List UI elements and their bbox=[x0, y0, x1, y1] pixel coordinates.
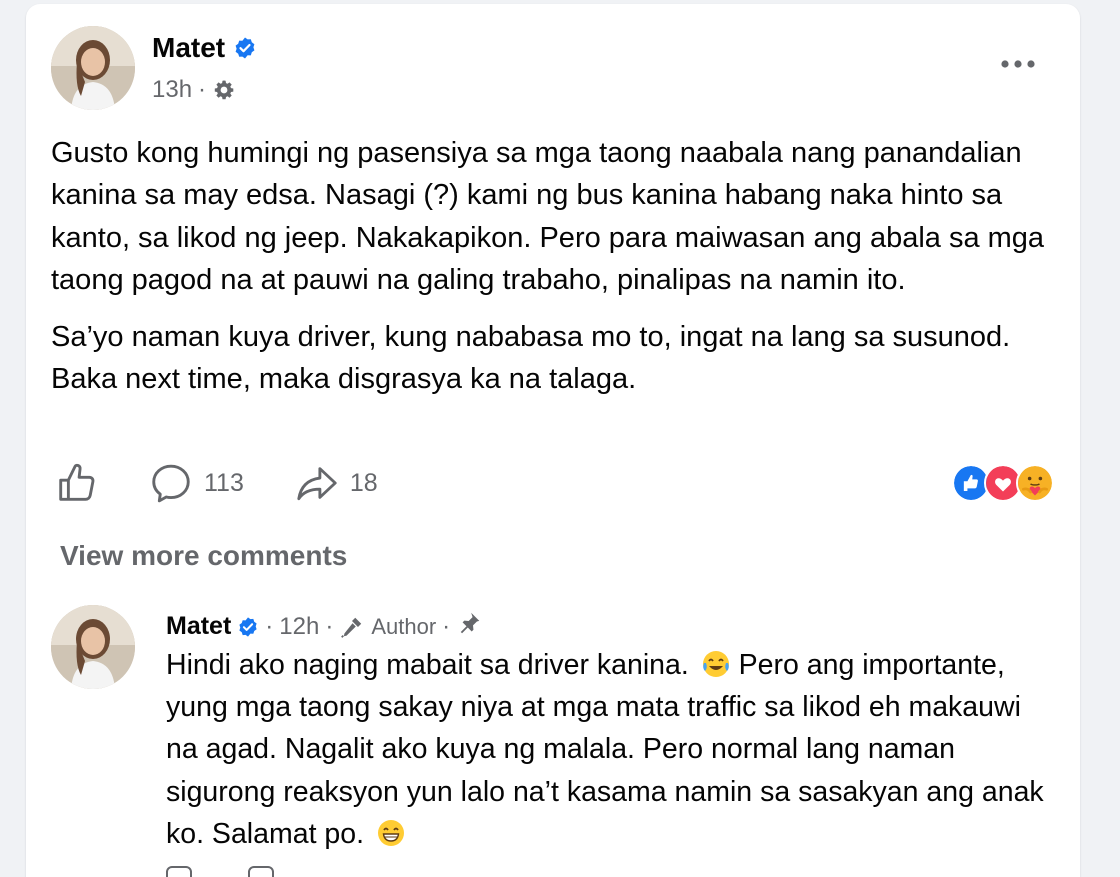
ellipsis-icon bbox=[1001, 60, 1035, 68]
post-card: Matet 13h · Gusto kong humingi ng pasens… bbox=[26, 4, 1080, 877]
tears-of-joy-emoji-icon bbox=[701, 649, 731, 679]
meta-separator: · bbox=[442, 612, 451, 640]
view-more-comments-link[interactable]: View more comments bbox=[60, 540, 347, 572]
meta-separator: · bbox=[265, 612, 274, 640]
post-paragraph-2: Sa’yo naman kuya driver, kung nababasa m… bbox=[51, 320, 1011, 396]
share-button[interactable]: 18 bbox=[294, 460, 378, 506]
comment-reply-icon[interactable] bbox=[248, 866, 274, 877]
grinning-emoji-icon bbox=[376, 818, 406, 848]
comment-time[interactable]: 12h bbox=[279, 613, 319, 641]
verified-badge-icon bbox=[233, 36, 257, 60]
verified-badge-icon bbox=[237, 616, 259, 638]
comment-bubble-icon bbox=[152, 464, 190, 503]
comment-button[interactable]: 113 bbox=[148, 460, 244, 506]
post-time[interactable]: 13h bbox=[152, 76, 192, 104]
comment-text: Hindi ako naging mabait sa driver kanina… bbox=[166, 644, 1046, 855]
post-actions: 113 18 bbox=[54, 458, 378, 508]
comments-count: 113 bbox=[204, 468, 244, 497]
comment-header: Matet · 12h · Author · bbox=[166, 610, 482, 643]
shares-count: 18 bbox=[349, 468, 378, 497]
author-badge: Author bbox=[339, 614, 436, 640]
care-reaction-icon bbox=[1016, 464, 1054, 502]
comment-like-icon[interactable] bbox=[166, 866, 192, 877]
more-options-button[interactable] bbox=[996, 50, 1040, 78]
like-button[interactable] bbox=[54, 460, 100, 506]
post-paragraph-1: Gusto kong humingi ng pasensiya sa mga t… bbox=[51, 137, 1045, 297]
post-meta: 13h · bbox=[152, 76, 236, 104]
post-author[interactable]: Matet bbox=[152, 32, 257, 64]
meta-separator: · bbox=[325, 612, 334, 640]
author-avatar[interactable] bbox=[51, 26, 135, 110]
comment-actions bbox=[166, 866, 274, 877]
share-arrow-icon bbox=[297, 467, 337, 501]
comment-text-part-1: Hindi ako naging mabait sa driver kanina… bbox=[166, 649, 689, 681]
author-badge-label: Author bbox=[371, 613, 437, 639]
reactions-summary[interactable] bbox=[952, 458, 1054, 508]
meta-separator: · bbox=[198, 76, 207, 103]
commenter-avatar[interactable] bbox=[51, 605, 135, 689]
thumbs-up-icon bbox=[59, 463, 95, 501]
comment-author-name[interactable]: Matet bbox=[166, 612, 231, 641]
pin-icon bbox=[456, 610, 482, 643]
post-author-name[interactable]: Matet bbox=[152, 32, 225, 64]
gear-icon[interactable] bbox=[212, 78, 236, 102]
post-text: Gusto kong humingi ng pasensiya sa mga t… bbox=[51, 132, 1061, 414]
microphone-icon bbox=[341, 617, 362, 638]
